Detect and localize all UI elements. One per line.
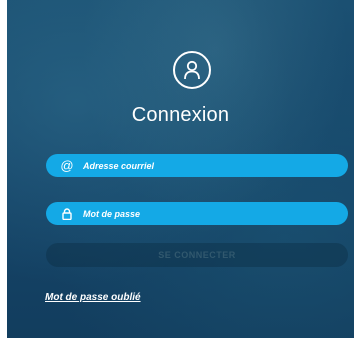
user-icon — [184, 60, 200, 80]
user-avatar-icon — [173, 51, 211, 89]
login-button[interactable]: SE CONNECTER — [46, 243, 348, 267]
login-panel: Connexion @ Adresse courriel Mot de pass… — [7, 0, 354, 338]
lock-icon — [60, 207, 74, 221]
email-placeholder: Adresse courriel — [83, 160, 155, 171]
password-field[interactable]: Mot de passe — [46, 202, 348, 225]
login-title: Connexion — [131, 104, 230, 126]
forgot-password-link[interactable]: Mot de passe oublié — [45, 292, 141, 303]
at-sign-icon: @ — [60, 158, 74, 173]
email-field[interactable]: @ Adresse courriel — [46, 154, 348, 177]
login-button-label: SE CONNECTER — [158, 250, 236, 260]
password-placeholder: Mot de passe — [83, 208, 141, 219]
